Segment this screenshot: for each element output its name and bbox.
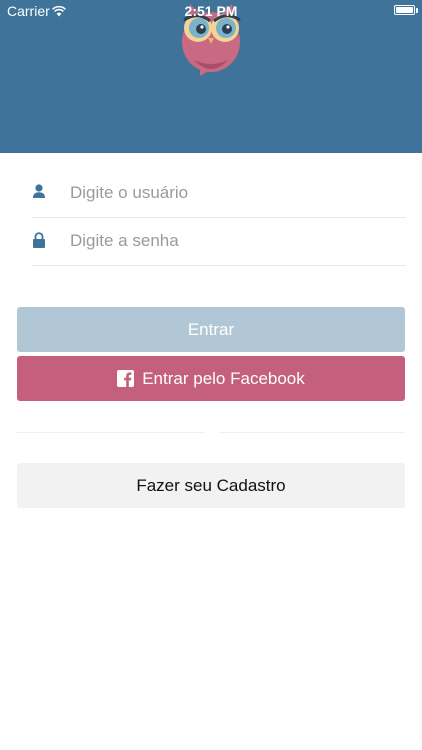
user-icon: [32, 184, 46, 204]
facebook-icon: [117, 370, 135, 387]
username-row: [32, 170, 406, 218]
facebook-button-label: Entrar pelo Facebook: [142, 368, 305, 388]
username-input[interactable]: [70, 170, 400, 216]
signup-button[interactable]: Fazer seu Cadastro: [17, 463, 405, 508]
status-bar: Carrier 2:51 PM: [0, 0, 422, 22]
login-button-label: Entrar: [187, 319, 235, 339]
login-button[interactable]: Entrar: [17, 307, 405, 352]
facebook-login-button[interactable]: Entrar pelo Facebook: [17, 356, 405, 401]
lock-icon: [32, 232, 46, 254]
password-row: [32, 218, 406, 266]
app-header: Carrier 2:51 PM: [0, 0, 422, 153]
signup-button-label: Fazer seu Cadastro: [136, 475, 286, 495]
password-input[interactable]: [70, 218, 400, 264]
divider-right: [219, 432, 405, 433]
status-time: 2:51 PM: [184, 3, 238, 19]
divider-left: [17, 432, 205, 433]
